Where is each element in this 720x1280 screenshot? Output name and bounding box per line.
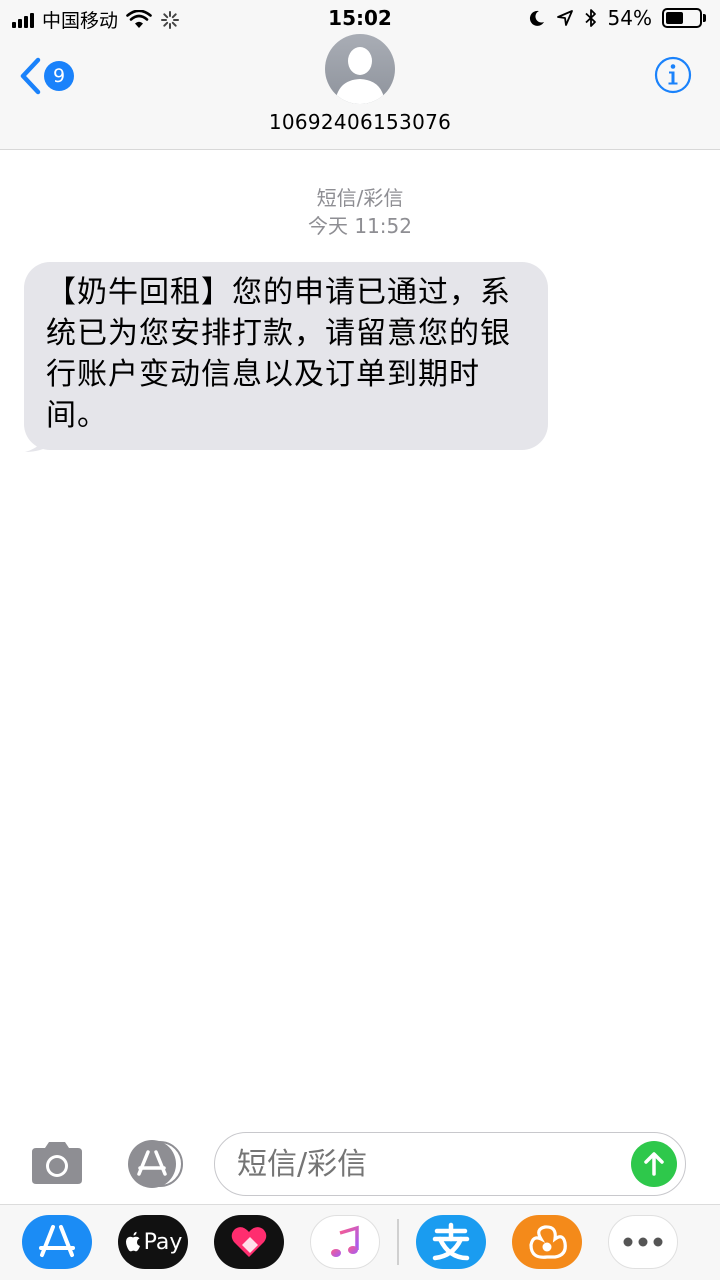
contact-number[interactable]: 10692406153076 <box>0 110 720 134</box>
apple-pay-icon[interactable]: Pay <box>118 1215 188 1269</box>
contact-avatar[interactable] <box>325 34 395 104</box>
uc-browser-squirrel-icon[interactable] <box>512 1215 582 1269</box>
do-not-disturb-moon-icon <box>529 10 544 26</box>
battery-fill <box>666 12 684 24</box>
back-button[interactable]: 9 <box>18 54 88 98</box>
status-bar: 中国移动 15:02 54% <box>0 0 720 36</box>
composer-bar <box>0 1122 720 1206</box>
messages-screen: 中国移动 15:02 54% 9 10692406153076 短信/彩信 今天… <box>0 0 720 1280</box>
incoming-message-bubble[interactable]: 【奶牛回租】您的申请已通过，系统已为您安排打款，请留意您的银行账户变动信息以及订… <box>24 262 548 450</box>
location-arrow-icon <box>556 10 573 26</box>
message-type-label: 短信/彩信 <box>316 186 404 210</box>
status-right: 54% <box>528 6 706 30</box>
message-input-field[interactable] <box>214 1132 686 1196</box>
drawer-divider <box>397 1219 399 1265</box>
app-store-icon[interactable] <box>120 1140 186 1188</box>
arrow-up-icon <box>644 1152 664 1176</box>
digital-touch-heart-icon[interactable] <box>214 1215 284 1269</box>
apple-logo-icon <box>125 1231 140 1252</box>
unread-count-badge: 9 <box>44 61 74 91</box>
camera-icon[interactable] <box>28 1140 86 1186</box>
message-input[interactable] <box>237 1147 617 1182</box>
music-app-icon[interactable] <box>310 1215 380 1269</box>
more-apps-icon[interactable] <box>608 1215 678 1269</box>
message-row: 【奶牛回租】您的申请已通过，系统已为您安排打款，请留意您的银行账户变动信息以及订… <box>24 262 548 452</box>
person-silhouette-icon <box>335 47 385 104</box>
battery-percent: 54% <box>607 6 652 30</box>
chevron-left-icon <box>20 57 41 95</box>
imessage-app-drawer: Pay <box>0 1204 720 1280</box>
bluetooth-icon <box>584 9 596 27</box>
message-timestamp: 今天 11:52 <box>308 214 412 238</box>
conversation-header: 9 10692406153076 <box>0 34 720 150</box>
send-button[interactable] <box>631 1141 677 1187</box>
drawer-app-store-icon[interactable] <box>22 1215 92 1269</box>
battery-icon <box>662 8 706 28</box>
alipay-icon[interactable] <box>416 1215 486 1269</box>
apple-pay-label: Pay <box>143 1229 183 1255</box>
info-icon[interactable] <box>654 56 692 94</box>
